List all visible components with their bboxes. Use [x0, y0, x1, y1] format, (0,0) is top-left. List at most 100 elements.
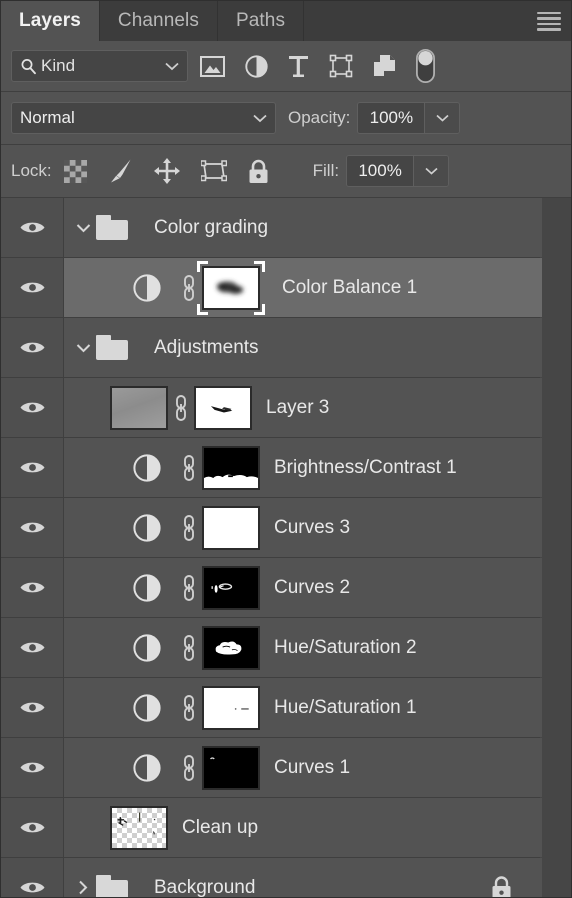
layer-row-body[interactable]: Color Balance 1 — [64, 258, 542, 317]
table-row[interactable]: Background — [1, 858, 542, 897]
layer-visibility-toggle[interactable] — [1, 858, 64, 897]
layer-mask-link-icon[interactable] — [176, 453, 202, 483]
lock-image-pixels-icon[interactable] — [108, 158, 133, 184]
layer-name[interactable]: Curves 2 — [274, 577, 350, 599]
layer-visibility-toggle[interactable] — [1, 678, 64, 737]
table-row[interactable]: Adjustments — [1, 318, 542, 378]
group-expand-chevron-down-icon[interactable] — [70, 343, 96, 353]
layer-name[interactable]: Color Balance 1 — [282, 277, 417, 299]
filter-smart-object-layers-icon[interactable] — [373, 54, 396, 78]
tab-paths[interactable]: Paths — [217, 1, 305, 41]
layer-row-body[interactable]: Background — [64, 858, 542, 897]
layer-row-body[interactable]: Adjustments — [64, 318, 542, 377]
layer-visibility-toggle[interactable] — [1, 798, 64, 857]
group-expand-chevron-down-icon[interactable] — [70, 223, 96, 233]
blend-mode-dropdown[interactable]: Normal — [11, 102, 276, 134]
lock-position-icon[interactable] — [153, 158, 180, 184]
filter-adjustment-layers-icon[interactable] — [245, 54, 268, 78]
table-row[interactable]: Color Balance 1 — [1, 258, 542, 318]
filter-pixel-layers-icon[interactable] — [200, 55, 225, 77]
fill-value[interactable]: 100% — [347, 156, 414, 186]
layer-list[interactable]: Color grading Color Balance 1 Adjustment… — [1, 198, 571, 897]
layer-mask-thumbnail[interactable] — [202, 565, 260, 610]
layer-mask-thumbnail[interactable] — [202, 745, 260, 790]
table-row[interactable]: Brightness/Contrast 1 — [1, 438, 542, 498]
adjustment-layer-icon[interactable] — [118, 453, 176, 482]
layer-row-body[interactable]: Hue/Saturation 2 — [64, 618, 542, 677]
table-row[interactable]: Layer 3 — [1, 378, 542, 438]
panel-menu-button[interactable] — [527, 1, 571, 41]
layer-name[interactable]: Curves 3 — [274, 517, 350, 539]
layer-name[interactable]: Hue/Saturation 2 — [274, 637, 417, 659]
layer-row-body[interactable]: Curves 2 — [64, 558, 542, 617]
table-row[interactable]: Clean up — [1, 798, 542, 858]
layer-row-body[interactable]: Brightness/Contrast 1 — [64, 438, 542, 497]
filter-kind-dropdown[interactable]: Kind — [11, 50, 188, 82]
layer-visibility-toggle[interactable] — [1, 498, 64, 557]
lock-transparent-pixels-icon[interactable] — [63, 159, 87, 183]
layer-visibility-toggle[interactable] — [1, 198, 64, 257]
layer-thumbnail[interactable] — [110, 385, 168, 430]
layer-name[interactable]: Adjustments — [154, 337, 259, 359]
group-expand-chevron-right-icon[interactable] — [70, 880, 96, 895]
layer-row-body[interactable]: Curves 1 — [64, 738, 542, 797]
layer-mask-thumbnail[interactable] — [194, 385, 252, 430]
layer-mask-thumbnail[interactable] — [202, 505, 260, 550]
lock-artboard-nesting-icon[interactable] — [200, 160, 227, 182]
layer-mask-link-icon[interactable] — [176, 753, 202, 783]
layer-row-body[interactable]: Clean up — [64, 798, 542, 857]
layer-name[interactable]: Brightness/Contrast 1 — [274, 457, 457, 479]
fill-stepper-chevron-down-icon[interactable] — [413, 156, 449, 186]
layer-row-body[interactable]: Color grading — [64, 198, 542, 257]
opacity-value[interactable]: 100% — [358, 103, 425, 133]
table-row[interactable]: Curves 3 — [1, 498, 542, 558]
opacity-field[interactable]: 100% — [357, 102, 461, 134]
layer-name[interactable]: Color grading — [154, 217, 268, 239]
layer-row-body[interactable]: Curves 3 — [64, 498, 542, 557]
adjustment-layer-icon[interactable] — [118, 573, 176, 602]
layer-row-body[interactable]: Layer 3 — [64, 378, 542, 437]
layer-name[interactable]: Clean up — [182, 817, 258, 839]
layer-visibility-toggle[interactable] — [1, 318, 64, 377]
layer-mask-thumbnail[interactable] — [202, 445, 260, 490]
adjustment-layer-icon[interactable] — [118, 513, 176, 542]
layer-mask-link-icon[interactable] — [176, 633, 202, 663]
filter-type-layers-icon[interactable] — [288, 55, 309, 78]
table-row[interactable]: Curves 1 — [1, 738, 542, 798]
layer-visibility-toggle[interactable] — [1, 738, 64, 797]
adjustment-layer-icon[interactable] — [118, 273, 176, 302]
layer-name[interactable]: Layer 3 — [266, 397, 329, 419]
layer-mask-link-icon[interactable] — [176, 513, 202, 543]
lock-all-icon[interactable] — [248, 159, 269, 184]
layer-thumbnail[interactable] — [110, 805, 168, 850]
layer-visibility-toggle[interactable] — [1, 618, 64, 677]
adjustment-layer-icon[interactable] — [118, 633, 176, 662]
layer-name[interactable]: Hue/Saturation 1 — [274, 697, 417, 719]
layer-name[interactable]: Background — [154, 877, 255, 898]
layer-visibility-toggle[interactable] — [1, 558, 64, 617]
layer-mask-link-icon[interactable] — [176, 273, 202, 303]
table-row[interactable]: Color grading — [1, 198, 542, 258]
layer-mask-thumbnail[interactable] — [202, 625, 260, 670]
table-row[interactable]: Hue/Saturation 2 — [1, 618, 542, 678]
adjustment-layer-icon[interactable] — [118, 753, 176, 782]
fill-field[interactable]: 100% — [346, 155, 450, 187]
layer-name[interactable]: Curves 1 — [274, 757, 350, 779]
layer-mask-link-icon[interactable] — [168, 393, 194, 423]
layer-mask-link-icon[interactable] — [176, 573, 202, 603]
layer-visibility-toggle[interactable] — [1, 438, 64, 497]
adjustment-layer-icon[interactable] — [118, 693, 176, 722]
table-row[interactable]: Hue/Saturation 1 — [1, 678, 542, 738]
opacity-stepper-chevron-down-icon[interactable] — [424, 103, 460, 133]
table-row[interactable]: Curves 2 — [1, 558, 542, 618]
tab-channels[interactable]: Channels — [99, 1, 218, 41]
layer-mask-link-icon[interactable] — [176, 693, 202, 723]
layer-visibility-toggle[interactable] — [1, 258, 64, 317]
layer-visibility-toggle[interactable] — [1, 378, 64, 437]
tab-layers[interactable]: Layers — [1, 1, 100, 41]
layer-mask-thumbnail[interactable] — [202, 685, 260, 730]
filter-shape-layers-icon[interactable] — [329, 54, 353, 78]
layer-row-body[interactable]: Hue/Saturation 1 — [64, 678, 542, 737]
layer-list-scroll-gutter[interactable] — [540, 198, 571, 897]
layer-mask-thumbnail[interactable] — [197, 260, 265, 315]
